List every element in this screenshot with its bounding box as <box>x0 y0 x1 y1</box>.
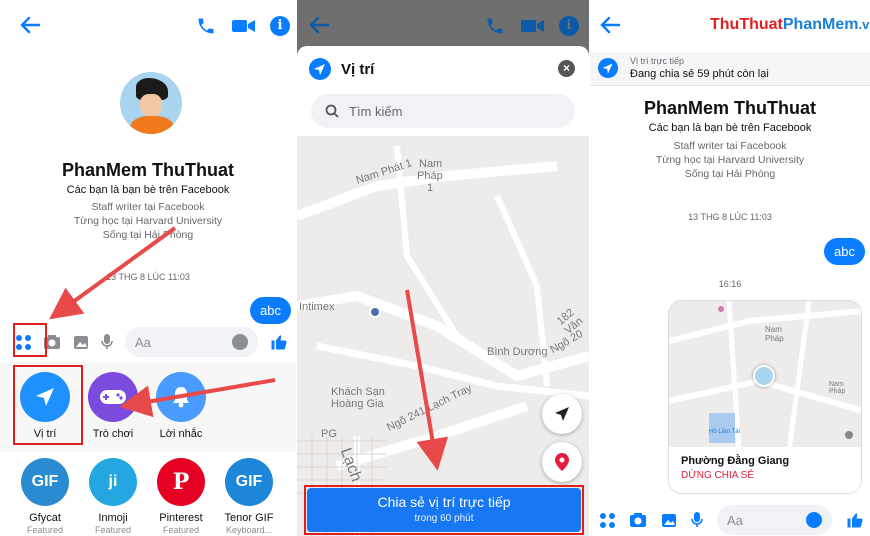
location-arrow-icon <box>598 58 618 78</box>
microphone-icon[interactable] <box>691 512 703 528</box>
watermark-logo: ThuThuatPhanMem.vn <box>710 16 870 33</box>
image-icon[interactable] <box>661 513 677 528</box>
camera-icon[interactable] <box>629 512 647 528</box>
chat-panel-1: i PhanMem ThuThuat Các bạn là bạn bè trê… <box>0 0 296 536</box>
chat-header: ThuThuatPhanMem.vn <box>590 0 870 52</box>
live-location-card[interactable]: Nam Pháp Hồ Lâm Tài Nam Pháp Phường Đằng… <box>668 300 862 494</box>
emoji-icon[interactable] <box>806 512 822 528</box>
location-picker-panel: i Vị trí × Tìm kiếm Nam Phát 1 Nam Pháp … <box>297 0 589 536</box>
timestamp-2: 16:16 <box>718 279 742 289</box>
message-bubble: abc <box>824 238 865 265</box>
annotation-arrow <box>405 289 449 471</box>
map-label: Nam Pháp <box>829 381 846 395</box>
more-actions-icon[interactable] <box>600 512 615 528</box>
composer-bar: Aa <box>600 503 864 536</box>
user-location-avatar <box>753 365 775 387</box>
banner-status: Đang chia sẻ 59 phút còn lại <box>630 68 769 80</box>
profile-info-home: Sống tại Hải Phòng <box>684 168 776 180</box>
friends-line: Các bạn là bạn bè trên Facebook <box>648 122 812 134</box>
annotation-arrows <box>49 226 276 418</box>
banner-label: Vị trí trực tiếp <box>630 56 685 66</box>
stop-sharing-button[interactable]: DỪNG CHIA SẺ <box>681 470 849 481</box>
live-location-banner[interactable]: Vị trí trực tiếp Đang chia sẻ 59 phút cò… <box>590 52 870 86</box>
location-card-footer: Phường Đằng Giang DỪNG CHIA SẺ <box>669 447 861 493</box>
map-label: Hồ Lâm Tài <box>709 429 740 435</box>
profile-info-work: Staff writer tại Facebook <box>673 140 787 152</box>
map-label: Nam <box>765 325 782 334</box>
profile-info-school: Từng học tại Harvard University <box>655 154 805 166</box>
chat-panel-live: ThuThuatPhanMem.vn Vị trí trực tiếp Đang… <box>590 0 870 536</box>
map-label: Pháp <box>765 334 784 343</box>
timestamp: 13 THG 8 LÚC 11:03 <box>688 212 772 222</box>
message-input[interactable]: Aa <box>717 505 832 535</box>
location-name: Phường Đằng Giang <box>681 455 790 467</box>
profile-name: PhanMem ThuThuat <box>644 98 816 118</box>
back-arrow-icon[interactable] <box>600 16 620 34</box>
thumbs-up-icon[interactable] <box>846 511 864 529</box>
